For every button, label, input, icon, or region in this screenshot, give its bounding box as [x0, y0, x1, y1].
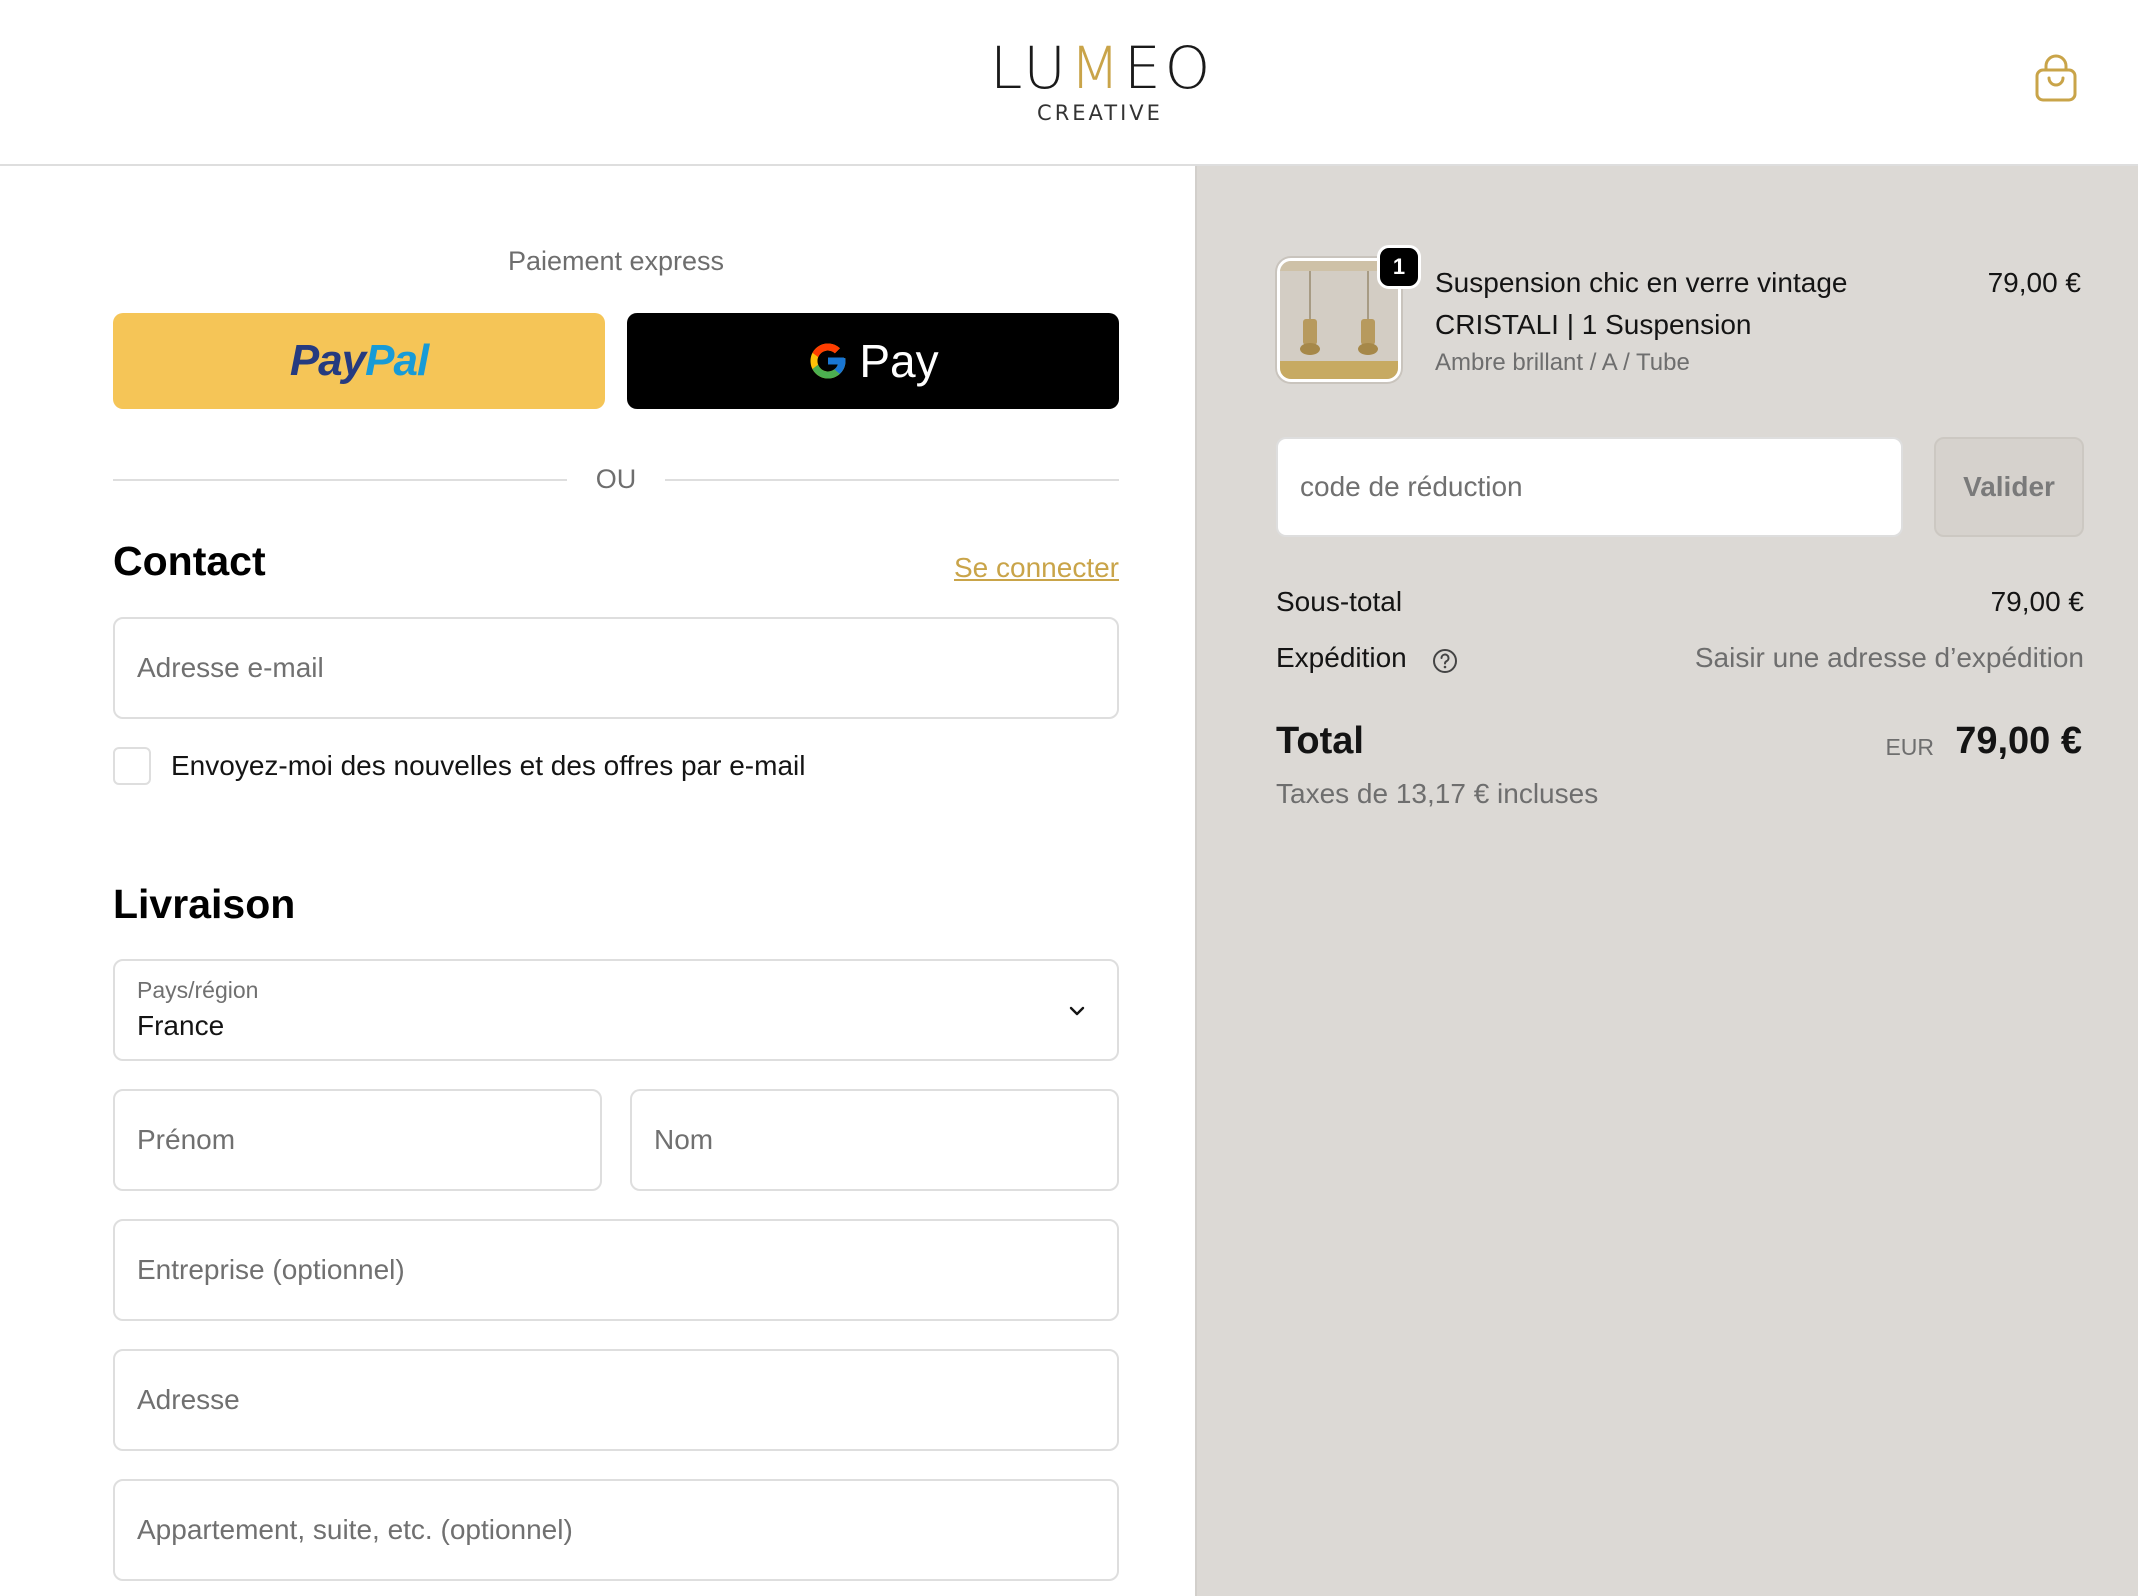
divider-label: OU [595, 464, 637, 494]
product-variant: Ambre brillant / A / Tube [1435, 349, 1690, 376]
logo-wordmark: LUMEO [990, 34, 1215, 102]
apartment-field[interactable] [113, 1479, 1119, 1581]
quantity-badge: 1 [1377, 245, 1421, 289]
first-name-field[interactable] [113, 1089, 602, 1191]
checkout-form: Paiement express PayPal Pay OU Contact S… [0, 166, 1195, 1596]
google-pay-label: Pay [859, 335, 939, 387]
product-title: Suspension chic en verre vintage CRISTAL… [1435, 267, 1848, 340]
discount-code-input[interactable] [1300, 439, 1881, 535]
country-label: Pays/région [137, 977, 259, 1003]
total-label: Total [1276, 720, 1364, 762]
taxes-note: Taxes de 13,17 € incluses [1276, 778, 1599, 809]
shopping-bag-icon [2035, 54, 2077, 102]
logo-tagline: CREATIVE [1037, 101, 1163, 125]
country-select[interactable]: Pays/région France [113, 959, 1119, 1061]
total-value: 79,00 € [1955, 720, 2082, 762]
divider-line [665, 479, 1119, 481]
help-circle-icon[interactable] [1432, 648, 1458, 674]
address-input[interactable] [137, 1351, 1097, 1449]
shipping-value: Saisir une adresse d’expédition [1694, 642, 2084, 673]
product-price: 79,00 € [1987, 267, 2081, 298]
discount-code-field[interactable] [1276, 437, 1903, 537]
brand-logo[interactable]: LUMEO CREATIVE [990, 38, 1210, 128]
delivery-heading: Livraison [113, 881, 296, 927]
total-currency: EUR [1885, 734, 1934, 760]
subtotal-row: Sous-total 79,00 € [1276, 586, 2084, 626]
subtotal-value: 79,00 € [1990, 586, 2084, 617]
company-field[interactable] [113, 1219, 1119, 1321]
google-g-icon [810, 343, 846, 379]
google-pay-button[interactable]: Pay [627, 313, 1119, 409]
apply-discount-button[interactable]: Valider [1934, 437, 2084, 537]
newsletter-option: Envoyez-moi des nouvelles et des offres … [113, 746, 805, 786]
company-input[interactable] [137, 1221, 1097, 1319]
chevron-down-icon [1069, 1006, 1085, 1016]
last-name-field[interactable] [630, 1089, 1119, 1191]
newsletter-label: Envoyez-moi des nouvelles et des offres … [171, 750, 806, 781]
country-value: France [137, 1010, 225, 1041]
apartment-input[interactable] [137, 1481, 1097, 1579]
contact-heading: Contact [113, 538, 266, 584]
header: LUMEO CREATIVE [0, 0, 2138, 166]
paypal-logo: PayPal [289, 336, 429, 385]
express-checkout-title: Paiement express [507, 246, 725, 276]
cart-button[interactable] [2032, 54, 2080, 104]
sign-in-link[interactable]: Se connecter [954, 552, 1119, 584]
shipping-row: Expédition Saisir une adresse d’expéditi… [1276, 642, 2084, 682]
subtotal-label: Sous-total [1276, 586, 1403, 617]
shipping-label: Expédition [1276, 642, 1407, 673]
email-field[interactable] [113, 617, 1119, 719]
divider-line [113, 479, 567, 481]
paypal-button[interactable]: PayPal [113, 313, 605, 409]
or-divider: OU [113, 464, 1119, 494]
address-field[interactable] [113, 1349, 1119, 1451]
first-name-input[interactable] [137, 1091, 580, 1189]
newsletter-checkbox[interactable] [113, 747, 151, 785]
last-name-input[interactable] [654, 1091, 1097, 1189]
order-summary: 1 Suspension chic en verre vintage CRIST… [1195, 166, 2138, 1596]
email-input[interactable] [137, 619, 1097, 717]
